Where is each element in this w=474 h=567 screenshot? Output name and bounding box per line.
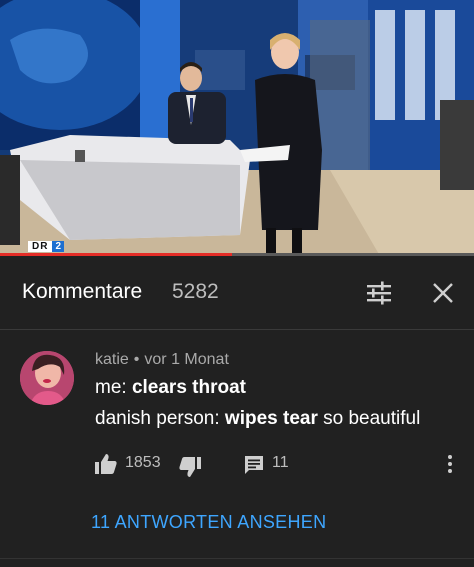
reply-count: 11 [272, 454, 289, 471]
comments-count: 5282 [172, 280, 219, 303]
comment-line2-suffix: so beautiful [317, 408, 421, 429]
comment-time: vor 1 Monat [144, 351, 229, 368]
channel-logo: DR 2 [28, 241, 65, 252]
dislike-icon[interactable] [178, 455, 202, 479]
like-icon[interactable] [94, 452, 118, 476]
comment-line2-prefix: danish person: [95, 408, 225, 429]
more-options-icon[interactable] [444, 452, 456, 476]
comments-header: Kommentare 5282 [0, 256, 474, 330]
comments-title: Kommentare [22, 280, 143, 303]
reply-icon[interactable] [242, 453, 266, 477]
comment-text-line-1: me: clears throat [95, 377, 246, 399]
filter-sliders-icon[interactable] [365, 280, 393, 306]
meta-separator: • [133, 351, 140, 368]
comment-text-line-2: danish person: wipes tear so beautiful [95, 408, 420, 430]
divider [0, 558, 474, 559]
channel-logo-text: DR [28, 241, 53, 252]
close-icon[interactable] [430, 280, 456, 306]
channel-number: 2 [52, 241, 65, 252]
avatar[interactable] [20, 351, 74, 405]
comment-meta: katie • vor 1 Monat [95, 351, 229, 369]
like-count: 1853 [125, 454, 161, 471]
video-frame [0, 0, 474, 256]
comment-line1-bold: clears throat [131, 377, 246, 398]
comment-author[interactable]: katie [95, 351, 129, 368]
video-player[interactable]: DR 2 [0, 0, 474, 256]
view-replies-button[interactable]: 11 ANTWORTEN ANSEHEN [91, 512, 326, 533]
comment-line1-prefix: me: [95, 377, 132, 398]
comment-actions: 1853 11 [0, 450, 474, 480]
comment-line2-bold: wipes tear [224, 408, 318, 429]
